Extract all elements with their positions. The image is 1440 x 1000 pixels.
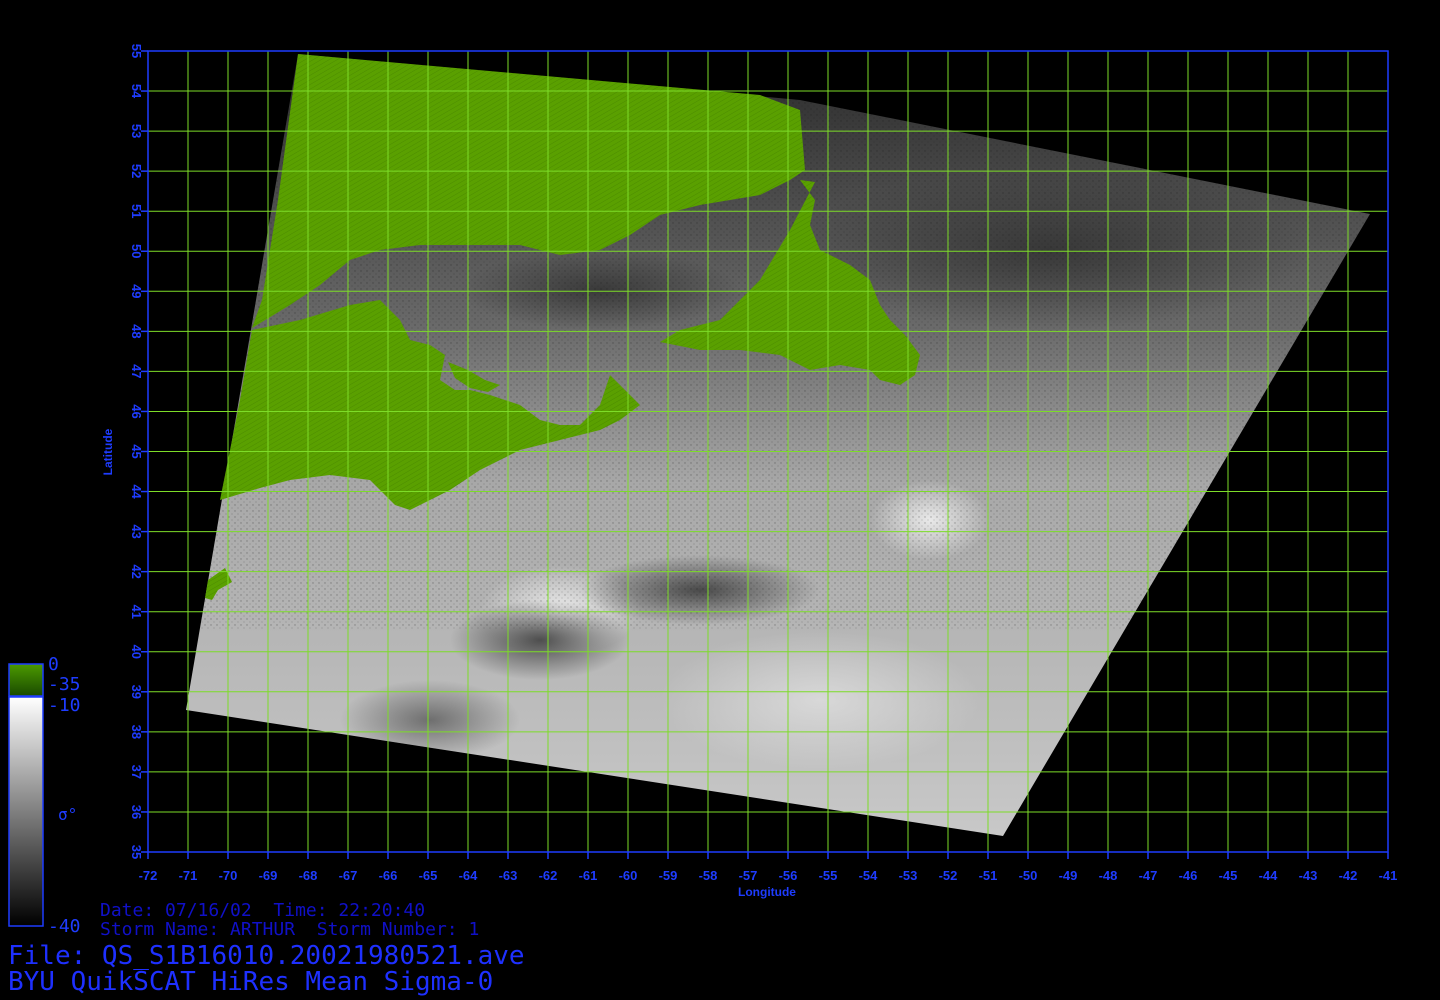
storm-line: Storm Name: ARTHUR Storm Number: 1 [100, 919, 480, 940]
lat-tick-label: 37 [129, 765, 144, 779]
lon-tick-label: -57 [739, 868, 758, 883]
lat-tick-label: 40 [129, 645, 144, 659]
sea-colorbar [8, 696, 44, 927]
lon-tick-label: -55 [819, 868, 838, 883]
lat-tick-label: 45 [129, 444, 144, 458]
lat-tick-label: 50 [129, 244, 144, 258]
lat-tick-label: 46 [129, 404, 144, 418]
lon-tick-label: -62 [539, 868, 558, 883]
lon-tick-label: -44 [1259, 868, 1279, 883]
lon-tick-label: -64 [459, 868, 479, 883]
sigma0-map: -72 -71 -70 -69 -68 -67 -66 -65 -64 -63 -62 -61 -60 -… [8, 44, 1398, 927]
lat-tick-label: 43 [129, 524, 144, 538]
lat-tick-label: 49 [129, 284, 144, 298]
color-legend [8, 663, 44, 927]
lon-tick-label: -71 [179, 868, 198, 883]
lat-tick-label: 55 [129, 44, 144, 58]
lon-tick-label: -52 [939, 868, 958, 883]
lat-tick-label: 44 [129, 484, 144, 499]
lon-tick-label: -47 [1139, 868, 1158, 883]
legend-land-top: 0 [48, 654, 59, 675]
latitude-axis: 35 36 37 38 39 40 41 42 43 44 45 46 47 48 49 50 51 52 53 54… [129, 44, 148, 859]
y-axis-title: Latitude [101, 428, 115, 475]
lon-tick-label: -45 [1219, 868, 1238, 883]
lat-tick-label: 41 [129, 604, 144, 618]
longitude-axis: -72 -71 -70 -69 -68 -67 -66 -65 -64 -63 -62 -61 -60 -… [139, 852, 1398, 883]
lat-tick-label: 48 [129, 324, 144, 338]
lat-tick-label: 35 [129, 845, 144, 859]
legend-sea-bottom: -40 [48, 916, 81, 937]
lon-tick-label: -59 [659, 868, 678, 883]
lon-tick-label: -56 [779, 868, 798, 883]
lon-tick-label: -46 [1179, 868, 1198, 883]
legend-sigma-symbol: σ° [58, 805, 78, 824]
lon-tick-label: -63 [499, 868, 518, 883]
lat-tick-label: 36 [129, 805, 144, 819]
lat-tick-label: 42 [129, 564, 144, 578]
lon-tick-label: -67 [339, 868, 358, 883]
lon-tick-label: -72 [139, 868, 158, 883]
lon-tick-label: -66 [379, 868, 398, 883]
lat-tick-label: 53 [129, 124, 144, 138]
lon-tick-label: -49 [1059, 868, 1078, 883]
lon-tick-label: -70 [219, 868, 238, 883]
x-axis-title: Longitude [738, 885, 796, 899]
file-line: File: QS_S1B16010.20021980521.ave [8, 941, 525, 971]
land-colorbar [8, 663, 44, 697]
lat-tick-label: 51 [129, 204, 144, 218]
lon-tick-label: -43 [1299, 868, 1318, 883]
lat-tick-label: 39 [129, 685, 144, 699]
lon-tick-label: -53 [899, 868, 918, 883]
lon-tick-label: -68 [299, 868, 318, 883]
lat-tick-label: 47 [129, 364, 144, 378]
lon-tick-label: -41 [1379, 868, 1398, 883]
lon-tick-label: -65 [419, 868, 438, 883]
lon-tick-label: -42 [1339, 868, 1358, 883]
legend-sea-top: -10 [48, 695, 81, 716]
lon-tick-label: -48 [1099, 868, 1118, 883]
lon-tick-label: -58 [699, 868, 718, 883]
lon-tick-label: -69 [259, 868, 278, 883]
lon-tick-label: -50 [1019, 868, 1038, 883]
lat-lon-grid [147, 50, 1389, 853]
lon-tick-label: -61 [579, 868, 598, 883]
lon-tick-label: -54 [859, 868, 879, 883]
legend-land-bottom: -35 [48, 674, 81, 695]
lat-tick-label: 38 [129, 725, 144, 739]
product-title: BYU QuikSCAT HiRes Mean Sigma-0 [8, 967, 494, 997]
lon-tick-label: -60 [619, 868, 638, 883]
lat-tick-label: 54 [129, 84, 144, 99]
date-time-line: Date: 07/16/02 Time: 22:20:40 [100, 900, 426, 921]
lon-tick-label: -51 [979, 868, 998, 883]
lat-tick-label: 52 [129, 164, 144, 178]
